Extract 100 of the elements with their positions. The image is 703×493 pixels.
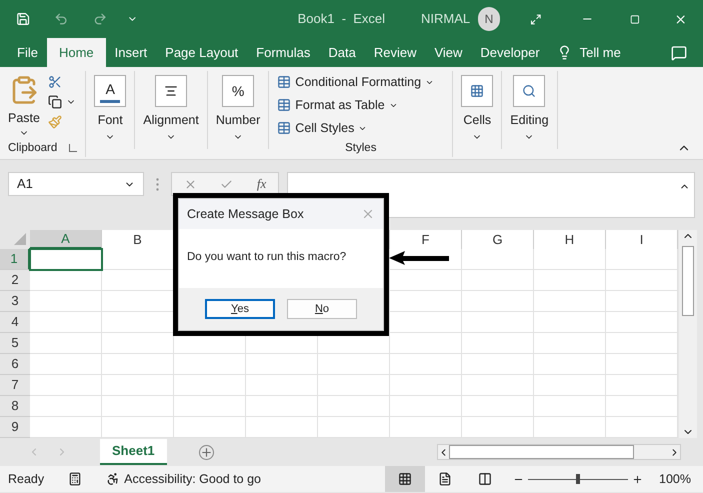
- grid-cell[interactable]: [462, 417, 534, 438]
- launcher-icon[interactable]: [69, 144, 78, 152]
- grid-cell[interactable]: [462, 333, 534, 354]
- paste-label[interactable]: Paste: [8, 109, 40, 128]
- ribbon-tab[interactable]: View: [425, 38, 472, 67]
- ribbon-display-icon[interactable]: [530, 12, 542, 26]
- zoom-thumb[interactable]: [576, 474, 580, 484]
- grid-cell[interactable]: [462, 249, 534, 270]
- grid-cell[interactable]: [102, 354, 174, 375]
- ribbon-tab[interactable]: Developer: [471, 38, 549, 67]
- zoom-level[interactable]: 100%: [659, 470, 691, 488]
- column-header[interactable]: A: [30, 230, 102, 249]
- scroll-thumb[interactable]: [449, 445, 634, 459]
- grid-cell[interactable]: [390, 396, 462, 417]
- accessibility-icon[interactable]: [106, 472, 120, 486]
- cancel-icon[interactable]: [184, 178, 197, 190]
- zoom-in-icon[interactable]: [632, 474, 644, 484]
- accessibility-status[interactable]: Accessibility: Good to go: [124, 470, 262, 488]
- view-button[interactable]: [385, 466, 426, 492]
- grid-cell[interactable]: [174, 354, 246, 375]
- grid-cell[interactable]: [102, 417, 174, 438]
- grid-cell[interactable]: [30, 270, 102, 291]
- grid-cell[interactable]: [606, 291, 678, 312]
- grid-cell[interactable]: [102, 249, 174, 270]
- grid-cell[interactable]: [102, 375, 174, 396]
- scroll-thumb[interactable]: [682, 246, 694, 316]
- editing-label[interactable]: Editing: [510, 111, 549, 130]
- grid-cell[interactable]: [390, 417, 462, 438]
- add-sheet-icon[interactable]: [198, 444, 214, 460]
- grid-cell[interactable]: [462, 291, 534, 312]
- grid-cell[interactable]: [390, 354, 462, 375]
- grid-cell[interactable]: [174, 396, 246, 417]
- zoom-slider[interactable]: [528, 474, 628, 484]
- tell-me-field[interactable]: Tell me: [580, 38, 621, 67]
- grid-cell[interactable]: [390, 312, 462, 333]
- grid-cell[interactable]: [606, 270, 678, 291]
- grid-cell[interactable]: [606, 375, 678, 396]
- copy-icon[interactable]: [48, 95, 62, 109]
- horizontal-scrollbar[interactable]: [437, 444, 681, 460]
- styles-item[interactable]: Format as Table: [295, 96, 385, 115]
- drag-handle-icon[interactable]: [156, 178, 159, 191]
- column-header[interactable]: I: [606, 230, 678, 249]
- grid-cell[interactable]: [246, 375, 318, 396]
- grid-cell[interactable]: [606, 312, 678, 333]
- styles-item[interactable]: Conditional Formatting: [295, 73, 422, 92]
- grid-cell[interactable]: [174, 417, 246, 438]
- grid-cell[interactable]: [30, 375, 102, 396]
- grid-cell[interactable]: [462, 354, 534, 375]
- brush-icon[interactable]: [48, 115, 62, 129]
- font-label[interactable]: Font: [98, 111, 123, 130]
- ribbon-tab[interactable]: Insert: [106, 38, 156, 67]
- row-header[interactable]: 1: [0, 249, 30, 270]
- grid-cell[interactable]: [534, 354, 606, 375]
- grid-cell[interactable]: [462, 375, 534, 396]
- grid-cell[interactable]: [390, 375, 462, 396]
- search-icon[interactable]: [513, 75, 546, 107]
- grid-cell[interactable]: [462, 396, 534, 417]
- cells-icon[interactable]: [461, 75, 494, 107]
- font-icon[interactable]: A: [94, 75, 126, 107]
- grid-cell[interactable]: [30, 417, 102, 438]
- grid-cell[interactable]: [462, 312, 534, 333]
- scissors-icon[interactable]: [48, 75, 62, 89]
- insert-function-button[interactable]: fx: [256, 174, 266, 194]
- grid-cell[interactable]: [30, 291, 102, 312]
- sheet-tab[interactable]: Sheet1: [100, 439, 167, 465]
- grid-cell[interactable]: [390, 270, 462, 291]
- grid-cell[interactable]: [102, 291, 174, 312]
- vertical-scrollbar[interactable]: [679, 230, 697, 438]
- macro-recording-icon[interactable]: [68, 472, 82, 486]
- ribbon-tab[interactable]: Formulas: [247, 38, 320, 67]
- grid-cell[interactable]: [30, 333, 102, 354]
- grid-cell[interactable]: [462, 270, 534, 291]
- avatar[interactable]: N: [478, 7, 500, 31]
- grid-cell[interactable]: [534, 396, 606, 417]
- grid-cell[interactable]: [318, 417, 390, 438]
- grid-cell[interactable]: [318, 354, 390, 375]
- ribbon-tab[interactable]: File: [8, 38, 47, 67]
- comments-icon[interactable]: [671, 45, 687, 61]
- column-header[interactable]: G: [462, 230, 534, 249]
- align-icon[interactable]: [155, 75, 188, 107]
- ribbon-tab[interactable]: Page Layout: [156, 38, 248, 67]
- grid-cell[interactable]: [390, 291, 462, 312]
- grid-cell[interactable]: [606, 249, 678, 270]
- grid-cell[interactable]: [30, 312, 102, 333]
- ribbon-tab[interactable]: Review: [364, 38, 426, 67]
- enter-icon[interactable]: [220, 178, 234, 190]
- ribbon-tab[interactable]: Data: [319, 38, 365, 67]
- grid-cell[interactable]: [102, 270, 174, 291]
- maximize-icon[interactable]: [630, 14, 640, 24]
- grid-cell[interactable]: [606, 333, 678, 354]
- grid-cell[interactable]: [534, 375, 606, 396]
- styles-item[interactable]: Cell Styles: [295, 118, 354, 138]
- grid-cell[interactable]: [606, 396, 678, 417]
- grid-cell[interactable]: [318, 375, 390, 396]
- grid-cell[interactable]: [246, 354, 318, 375]
- grid-cell[interactable]: [534, 333, 606, 354]
- save-icon[interactable]: [16, 11, 30, 27]
- grid-cell[interactable]: [534, 249, 606, 270]
- grid-cell[interactable]: [102, 312, 174, 333]
- dialog-button[interactable]: No: [287, 299, 357, 319]
